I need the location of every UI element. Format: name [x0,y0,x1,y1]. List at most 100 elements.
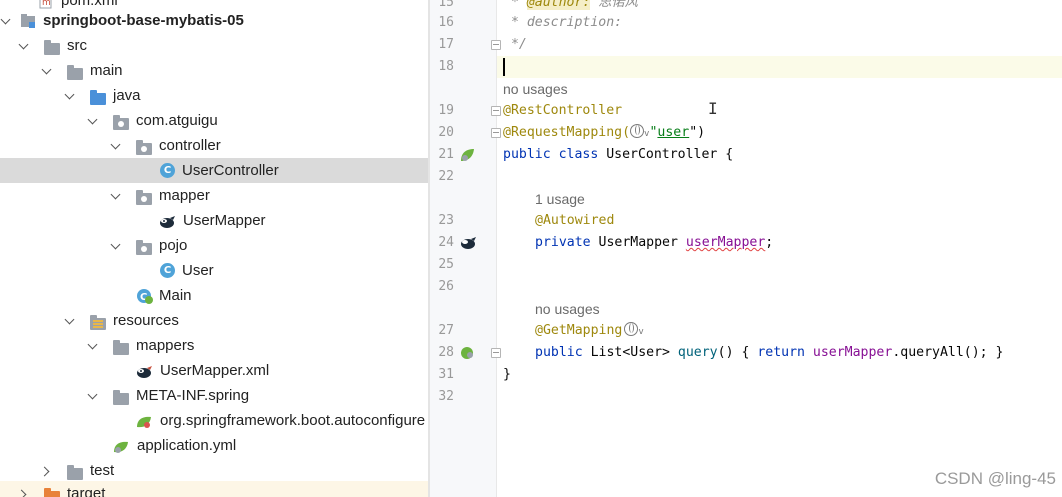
chevron-down-icon[interactable] [0,15,12,27]
tree-item-label: UserController [182,162,279,179]
tree-item-label: test [90,462,115,479]
chevron-down-icon[interactable]: v [638,327,643,337]
tree-item-autoconfigure[interactable]: org.springframework.boot.autoconfigure [0,408,428,433]
request-mapping-gutter-icon[interactable] [459,345,475,361]
type-token: List<User> [590,345,678,360]
keyword-token: private [535,235,599,250]
tree-item-usermapper[interactable]: UserMapper [0,208,428,233]
code-line-19: @RestController [503,103,623,118]
code-line-17: */ [503,37,527,52]
tree-item-src[interactable]: src [0,33,428,58]
web-endpoint-icon[interactable] [624,322,639,336]
chevron-down-icon[interactable] [87,390,99,402]
usages-hint[interactable]: no usages [535,298,600,320]
watermark: CSDN @ling-45 [934,469,1056,488]
chevron-right-icon[interactable] [41,465,53,477]
spring-boot-main-class-icon: C [136,288,153,304]
tree-item-java[interactable]: java [0,83,428,108]
tree-item-user[interactable]: C User [0,258,428,283]
method-call: .queryAll(); } [892,345,1004,360]
tree-item-label: UserMapper.xml [160,362,270,379]
spring-yml-icon [112,439,130,453]
text-caret [503,58,505,76]
chevron-down-icon[interactable] [87,115,99,127]
mybatis-navigation-icon[interactable] [459,235,476,251]
chevron-right-icon[interactable] [18,488,30,497]
folder-icon [67,464,83,480]
tree-item-mappers[interactable]: mappers [0,333,428,358]
tree-item-label: main [90,62,123,79]
tree-item-mapper[interactable]: mapper [0,183,428,208]
package-icon [113,114,129,130]
code-line-16: * description: [503,15,623,30]
chevron-down-icon[interactable] [110,240,122,252]
mybatis-mapper-icon [158,214,176,228]
tree-item-usermapper-xml[interactable]: UserMapper.xml [0,358,428,383]
tree-item-test[interactable]: test [0,458,428,483]
javadoc-tag: @author: [526,0,591,10]
usages-hint[interactable]: 1 usage [535,188,585,210]
chevron-down-icon[interactable] [110,190,122,202]
tree-item-meta-inf[interactable]: META-INF.spring [0,383,428,408]
resources-folder-icon [90,314,106,330]
tree-item-label: Main [159,287,192,304]
code-line-31: } [503,367,511,382]
chevron-down-icon[interactable] [64,90,76,102]
tree-item-com-atguigu[interactable]: com.atguigu [0,108,428,133]
tree-item-resources[interactable]: resources [0,308,428,333]
fold-marker[interactable] [491,40,501,50]
tree-item-main-class[interactable]: C Main [0,283,428,308]
line-number: 25 [438,257,454,272]
code-line-23: @Autowired [535,213,615,228]
punctuation: () { [717,345,758,360]
keyword-token: public [535,345,591,360]
mouse-ibeam-cursor: I [708,99,718,118]
class-declaration: UserController { [606,147,734,162]
code-line-24: private UserMapper userMapper; [535,232,773,254]
package-icon [136,189,152,205]
tree-item-label: com.atguigu [136,112,218,129]
folder-icon [113,389,129,405]
module-folder-icon [20,13,36,29]
keyword-token: return [757,345,813,360]
tree-item-label: application.yml [137,437,237,454]
line-number: 16 [438,15,454,30]
folder-icon [113,339,129,355]
keyword-token: public class [503,147,607,162]
current-line-highlight [497,56,1062,78]
annotation-token: @GetMapping [535,323,623,338]
project-tree: m pom.xml springboot-base-mybatis-05 src… [0,0,428,497]
tree-item-label: mapper [159,187,210,204]
line-number: 21 [438,147,454,162]
tree-item-project-root[interactable]: springboot-base-mybatis-05 [0,8,428,33]
tree-item-controller[interactable]: controller [0,133,428,158]
chevron-down-icon[interactable] [87,340,99,352]
chevron-down-icon[interactable] [64,315,76,327]
web-endpoint-icon[interactable] [630,124,645,138]
tree-item-pojo[interactable]: pojo [0,233,428,258]
line-number: 19 [438,103,454,118]
fold-marker[interactable] [491,106,501,116]
tree-item-application-yml[interactable]: application.yml [0,433,428,458]
chevron-down-icon[interactable] [110,140,122,152]
line-number: 18 [438,59,454,74]
line-number: 32 [438,389,454,404]
fold-marker[interactable] [491,348,501,358]
spring-bean-gutter-icon[interactable] [459,147,475,163]
annotation-token: @RequestMapping( [503,125,631,140]
tree-item-label: META-INF.spring [136,387,250,404]
code-line-20: @RequestMapping(v"user") [503,122,705,144]
code-line-21: public class UserController { [503,144,733,166]
folder-icon [67,64,83,80]
tree-item-main[interactable]: main [0,58,428,83]
java-class-icon: C [160,263,175,278]
usages-hint[interactable]: no usages [503,78,568,100]
method-name: query [677,345,718,360]
tree-item-target[interactable]: target [0,481,428,497]
tree-item-usercontroller[interactable]: C UserController [0,158,428,183]
chevron-down-icon[interactable] [41,65,53,77]
chevron-down-icon[interactable] [18,40,30,52]
spring-config-icon [135,414,153,428]
source-folder-icon [90,89,106,105]
fold-marker[interactable] [491,128,501,138]
